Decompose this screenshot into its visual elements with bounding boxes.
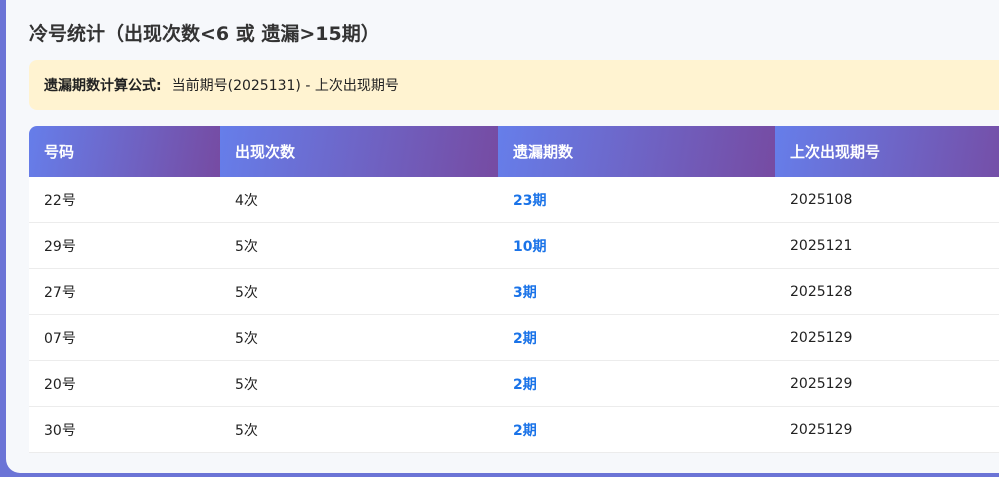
formula-banner: 遗漏期数计算公式: 当前期号(2025131) - 上次出现期号 (29, 60, 999, 110)
cell-miss: 2期 (498, 360, 775, 407)
table-header-row: 号码 出现次数 遗漏期数 上次出现期号 (29, 126, 999, 177)
table-row: 29号 5次 10期 2025121 (29, 222, 999, 269)
table-row: 20号 5次 2期 2025129 (29, 360, 999, 407)
cell-count: 4次 (220, 177, 498, 223)
cell-count: 5次 (220, 222, 498, 269)
cell-number: 07号 (29, 314, 220, 361)
header-number: 号码 (29, 126, 220, 177)
cell-number: 20号 (29, 360, 220, 407)
cell-miss: 2期 (498, 314, 775, 361)
cell-count: 5次 (220, 360, 498, 407)
cell-miss: 10期 (498, 222, 775, 269)
cell-last-issue: 2025108 (775, 177, 999, 223)
table-row: 30号 5次 2期 2025129 (29, 406, 999, 453)
formula-label: 遗漏期数计算公式: (44, 78, 162, 94)
table-row: 07号 5次 2期 2025129 (29, 314, 999, 361)
table-row: 27号 5次 3期 2025128 (29, 268, 999, 315)
cell-number: 27号 (29, 268, 220, 315)
cell-count: 5次 (220, 314, 498, 361)
cell-miss: 3期 (498, 268, 775, 315)
header-count: 出现次数 (220, 126, 498, 177)
cold-numbers-table: 号码 出现次数 遗漏期数 上次出现期号 22号 4次 23期 2025108 2… (29, 126, 999, 453)
cell-last-issue: 2025129 (775, 360, 999, 407)
table-row: 22号 4次 23期 2025108 (29, 177, 999, 223)
cold-numbers-table-wrap: 号码 出现次数 遗漏期数 上次出现期号 22号 4次 23期 2025108 2… (29, 126, 999, 453)
header-miss: 遗漏期数 (498, 126, 775, 177)
cell-last-issue: 2025121 (775, 222, 999, 269)
cell-last-issue: 2025128 (775, 268, 999, 315)
cell-miss: 23期 (498, 177, 775, 223)
cell-count: 5次 (220, 406, 498, 453)
cell-number: 22号 (29, 177, 220, 223)
header-last-issue: 上次出现期号 (775, 126, 999, 177)
formula-text: 当前期号(2025131) - 上次出现期号 (171, 78, 399, 94)
cell-miss: 2期 (498, 406, 775, 453)
page-title: 冷号统计（出现次数<6 或 遗漏>15期） (29, 23, 380, 45)
cell-last-issue: 2025129 (775, 314, 999, 361)
cell-count: 5次 (220, 268, 498, 315)
cell-number: 30号 (29, 406, 220, 453)
cold-numbers-card: 冷号统计（出现次数<6 或 遗漏>15期） 遗漏期数计算公式: 当前期号(202… (6, 0, 999, 473)
cell-number: 29号 (29, 222, 220, 269)
cell-last-issue: 2025129 (775, 406, 999, 453)
